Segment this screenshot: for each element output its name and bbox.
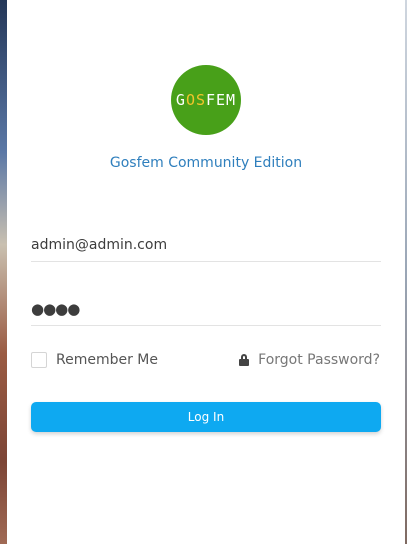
email-field[interactable]: admin@admin.com bbox=[31, 228, 381, 262]
edition-title: Gosfem Community Edition bbox=[109, 155, 303, 171]
forgot-password-label: Forgot Password? bbox=[258, 352, 380, 368]
remember-me-label: Remember Me bbox=[56, 352, 158, 368]
remember-me[interactable]: Remember Me bbox=[31, 352, 158, 368]
lock-icon bbox=[239, 354, 250, 366]
password-field[interactable]: ●●●● bbox=[31, 292, 381, 326]
login-panel: GOSFEM Gosfem Community Edition admin@ad… bbox=[7, 0, 405, 544]
remember-me-checkbox[interactable] bbox=[31, 352, 47, 368]
email-value: admin@admin.com bbox=[31, 236, 168, 253]
forgot-password-link[interactable]: Forgot Password? bbox=[239, 352, 380, 368]
logo-text: GOSFEM bbox=[175, 91, 237, 109]
gosfem-logo: GOSFEM bbox=[171, 65, 241, 135]
background-image-left bbox=[0, 0, 7, 544]
password-mask: ●●●● bbox=[31, 299, 80, 318]
login-button[interactable]: Log In bbox=[31, 402, 381, 432]
